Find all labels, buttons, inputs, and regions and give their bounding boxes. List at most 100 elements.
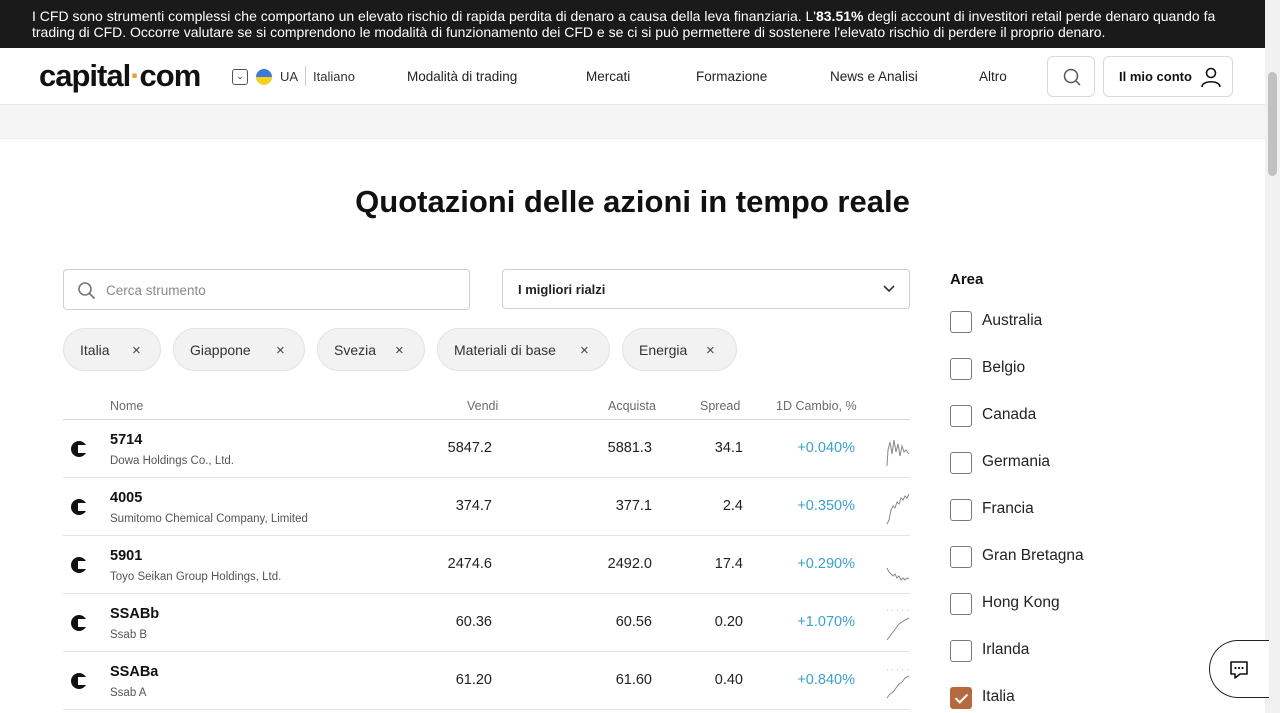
nav-more[interactable]: Altro bbox=[979, 69, 1007, 84]
table-row[interactable]: SSABa Ssab A 61.20 61.60 0.40 +0.840% bbox=[63, 652, 910, 710]
buy-price[interactable]: 61.60 bbox=[616, 672, 652, 688]
checkbox-label[interactable]: Germania bbox=[982, 453, 1050, 471]
checkbox[interactable] bbox=[950, 499, 972, 521]
filter-chip-svezia[interactable]: Svezia × bbox=[317, 328, 425, 371]
checkbox-checked[interactable] bbox=[950, 687, 972, 709]
column-header-buy[interactable]: Acquista bbox=[608, 399, 656, 413]
checkbox-label[interactable]: Gran Bretagna bbox=[982, 547, 1084, 565]
risk-warning-banner: I CFD sono strumenti complessi che compo… bbox=[0, 0, 1265, 48]
checkbox-label[interactable]: Italia bbox=[982, 688, 1015, 706]
area-checkbox-germania[interactable]: Germania bbox=[950, 452, 1150, 476]
checkbox-label[interactable]: Francia bbox=[982, 500, 1034, 518]
sort-selected-value: I migliori rialzi bbox=[518, 282, 606, 297]
scrollbar-thumb[interactable] bbox=[1268, 72, 1277, 176]
checkbox[interactable] bbox=[950, 593, 972, 615]
my-account-label: Il mio conto bbox=[1119, 69, 1192, 84]
header-search-button[interactable] bbox=[1047, 56, 1095, 97]
chip-label: Giappone bbox=[190, 342, 251, 358]
chevron-down-icon[interactable]: ⌄ bbox=[232, 69, 248, 85]
chip-label: Energia bbox=[639, 342, 688, 358]
checkbox-label[interactable]: Canada bbox=[982, 406, 1036, 424]
instrument-symbol[interactable]: 5714 bbox=[110, 432, 142, 448]
checkbox[interactable] bbox=[950, 311, 972, 333]
sell-price[interactable]: 2474.6 bbox=[448, 556, 492, 572]
search-icon bbox=[1063, 68, 1081, 86]
area-checkbox-australia[interactable]: Australia bbox=[950, 311, 1150, 335]
checkbox[interactable] bbox=[950, 358, 972, 380]
buy-price[interactable]: 60.56 bbox=[616, 614, 652, 630]
search-icon bbox=[78, 282, 96, 300]
buy-price[interactable]: 2492.0 bbox=[608, 556, 652, 572]
sell-price[interactable]: 61.20 bbox=[456, 672, 492, 688]
close-icon[interactable]: × bbox=[276, 342, 285, 359]
filter-chip-materiali[interactable]: Materiali di base × bbox=[437, 328, 610, 371]
close-icon[interactable]: × bbox=[580, 342, 589, 359]
my-account-button[interactable]: Il mio conto bbox=[1103, 56, 1233, 97]
area-checkbox-gran-bretagna[interactable]: Gran Bretagna bbox=[950, 546, 1150, 570]
ukraine-flag-icon bbox=[256, 69, 272, 85]
capital-logo-icon bbox=[71, 557, 87, 573]
buy-price[interactable]: 377.1 bbox=[616, 498, 652, 514]
nav-markets[interactable]: Mercati bbox=[586, 69, 630, 84]
table-row[interactable]: 5714 Dowa Holdings Co., Ltd. 5847.2 5881… bbox=[63, 420, 910, 478]
checkbox-label[interactable]: Australia bbox=[982, 312, 1042, 330]
instrument-search[interactable] bbox=[63, 269, 470, 310]
nav-news-analysis[interactable]: News e Analisi bbox=[830, 69, 918, 84]
column-header-name[interactable]: Nome bbox=[110, 399, 143, 413]
checkbox[interactable] bbox=[950, 640, 972, 662]
language-selector[interactable]: Italiano bbox=[313, 69, 355, 84]
page-scrollbar[interactable] bbox=[1265, 0, 1280, 713]
sparkline-icon bbox=[886, 669, 910, 699]
instrument-symbol[interactable]: SSABb bbox=[110, 606, 159, 622]
instrument-symbol[interactable]: 5901 bbox=[110, 548, 142, 564]
chat-support-button[interactable] bbox=[1209, 640, 1269, 698]
filter-chip-italia[interactable]: Italia × bbox=[63, 328, 161, 371]
daily-change: +0.040% bbox=[797, 440, 855, 456]
sell-price[interactable]: 60.36 bbox=[456, 614, 492, 630]
chip-label: Italia bbox=[80, 342, 110, 358]
capital-logo[interactable]: capital·com bbox=[39, 60, 201, 92]
nav-education[interactable]: Formazione bbox=[696, 69, 767, 84]
risk-percent: 83.51% bbox=[815, 8, 864, 24]
column-header-change[interactable]: 1D Cambio, % bbox=[776, 399, 857, 413]
column-header-sell[interactable]: Vendi bbox=[467, 399, 498, 413]
sort-dropdown[interactable]: I migliori rialzi bbox=[502, 269, 910, 309]
area-checkbox-irlanda[interactable]: Irlanda bbox=[950, 640, 1150, 664]
sparkline-icon bbox=[886, 567, 910, 581]
instrument-symbol[interactable]: SSABa bbox=[110, 664, 158, 680]
search-input[interactable] bbox=[106, 279, 456, 301]
buy-price[interactable]: 5881.3 bbox=[608, 440, 652, 456]
daily-change: +0.840% bbox=[797, 672, 855, 688]
area-checkbox-francia[interactable]: Francia bbox=[950, 499, 1150, 523]
close-icon[interactable]: × bbox=[706, 342, 715, 359]
table-row[interactable]: 4005 Sumitomo Chemical Company, Limited … bbox=[63, 478, 910, 536]
close-icon[interactable]: × bbox=[132, 342, 141, 359]
capital-logo-icon bbox=[71, 499, 87, 515]
area-checkbox-italia[interactable]: Italia bbox=[950, 687, 1150, 711]
table-row[interactable]: 5901 Toyo Seikan Group Holdings, Ltd. 24… bbox=[63, 536, 910, 594]
sell-price[interactable]: 5847.2 bbox=[448, 440, 492, 456]
site-header: capital·com ⌄ UA Italiano Modalità di tr… bbox=[0, 48, 1265, 105]
checkbox[interactable] bbox=[950, 452, 972, 474]
close-icon[interactable]: × bbox=[395, 342, 404, 359]
checkbox[interactable] bbox=[950, 405, 972, 427]
instrument-symbol[interactable]: 4005 bbox=[110, 490, 142, 506]
filter-chip-energia[interactable]: Energia × bbox=[622, 328, 737, 371]
instrument-name: Dowa Holdings Co., Ltd. bbox=[110, 455, 235, 467]
checkbox-label[interactable]: Belgio bbox=[982, 359, 1025, 377]
nav-trading-modes[interactable]: Modalità di trading bbox=[407, 69, 517, 84]
table-row[interactable]: SSABb Ssab B 60.36 60.56 0.20 +1.070% bbox=[63, 594, 910, 652]
checkbox-label[interactable]: Irlanda bbox=[982, 641, 1029, 659]
sell-price[interactable]: 374.7 bbox=[456, 498, 492, 514]
checkbox-label[interactable]: Hong Kong bbox=[982, 594, 1060, 612]
daily-change: +0.290% bbox=[797, 556, 855, 572]
region-code[interactable]: UA bbox=[280, 69, 298, 84]
checkbox[interactable] bbox=[950, 546, 972, 568]
area-checkbox-hong-kong[interactable]: Hong Kong bbox=[950, 593, 1150, 617]
area-checkbox-belgio[interactable]: Belgio bbox=[950, 358, 1150, 382]
area-checkbox-canada[interactable]: Canada bbox=[950, 405, 1150, 429]
filter-chip-giappone[interactable]: Giappone × bbox=[173, 328, 305, 371]
instrument-name: Ssab A bbox=[110, 687, 147, 699]
capital-logo-icon bbox=[71, 441, 87, 457]
column-header-spread[interactable]: Spread bbox=[700, 399, 740, 413]
